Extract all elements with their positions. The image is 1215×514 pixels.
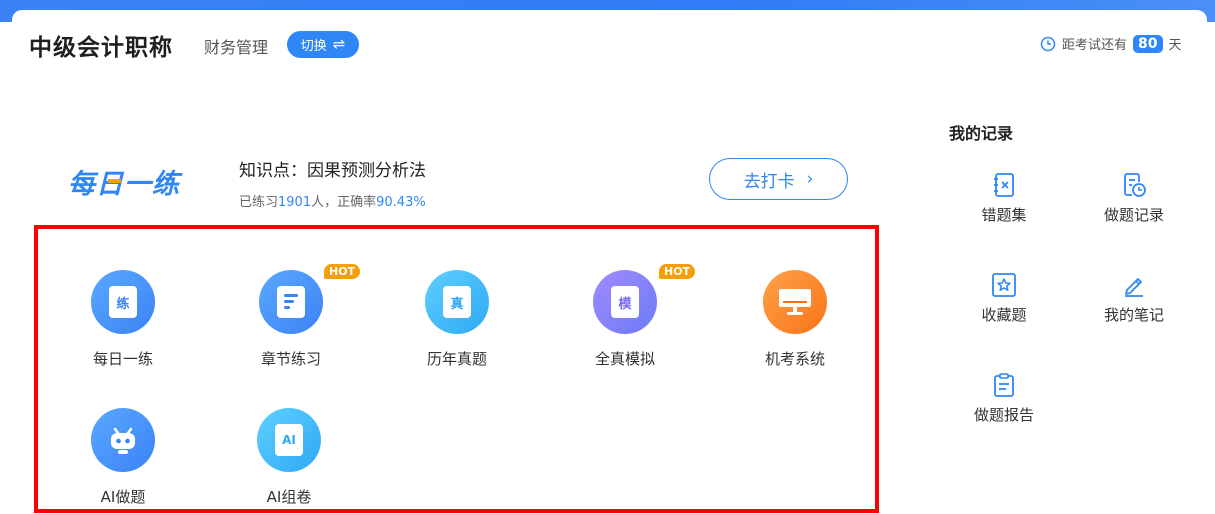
hot-badge: HOT <box>659 264 696 279</box>
feature-past-exams[interactable]: 真 历年真题 <box>397 270 517 369</box>
knowledge-point: 知识点：因果预测分析法 <box>239 161 426 181</box>
accuracy-rate: 90.43% <box>376 195 426 210</box>
switch-label: 切换 <box>300 39 327 54</box>
records-title: 我的记录 <box>949 124 1014 143</box>
record-notes[interactable]: 我的笔记 <box>1084 272 1184 325</box>
daily-practice-logo: 每日一练 <box>68 162 180 201</box>
feature-ai-paper[interactable]: AI AI组卷 <box>229 408 349 507</box>
pen-icon <box>1125 278 1143 297</box>
feature-ai-practice[interactable]: AI做题 <box>63 408 183 507</box>
countdown-suffix: 天 <box>1168 38 1182 53</box>
feature-label: AI组卷 <box>266 488 312 506</box>
feature-label: 每日一练 <box>92 350 153 368</box>
robot-icon <box>91 408 155 472</box>
wrong-book-icon <box>994 173 1014 197</box>
logo-accent-mark <box>108 179 121 183</box>
practice-icon: 练 <box>91 270 155 334</box>
past-exam-icon: 真 <box>425 270 489 334</box>
stats-middle: 人，正确率 <box>311 195 377 210</box>
subject-name: 财务管理 <box>204 38 269 57</box>
swap-arrows-icon: ⇌ <box>332 35 346 53</box>
feature-chapter-practice[interactable]: 章节练习 <box>231 270 351 369</box>
mock-exam-icon: 模 <box>593 270 657 334</box>
record-label: 错题集 <box>981 206 1027 224</box>
practice-stats: 已练习1901人，正确率90.43% <box>239 191 426 210</box>
ai-paper-icon: AI <box>257 408 321 472</box>
record-label: 做题记录 <box>1103 206 1164 224</box>
hot-badge: HOT <box>324 264 361 279</box>
record-label: 收藏题 <box>981 306 1027 324</box>
feature-daily-practice[interactable]: 练 每日一练 <box>63 270 183 369</box>
feature-computer-exam[interactable]: 机考系统 <box>735 270 855 369</box>
history-icon <box>1124 173 1146 197</box>
report-icon <box>994 373 1014 397</box>
chevron-right-icon: › <box>806 169 814 189</box>
star-icon <box>992 273 1016 297</box>
clock-icon <box>1040 36 1056 51</box>
switch-subject-button[interactable]: 切换 ⇌ <box>287 31 359 58</box>
checkin-button[interactable]: 去打卡 › <box>709 158 848 200</box>
record-favorites[interactable]: 收藏题 <box>954 272 1054 325</box>
document-icon <box>259 270 323 334</box>
record-label: 做题报告 <box>973 406 1034 424</box>
record-label: 我的笔记 <box>1103 306 1164 324</box>
practiced-count: 1901 <box>278 195 312 210</box>
countdown-prefix: 距考试还有 <box>1062 38 1128 53</box>
computer-icon <box>763 270 827 334</box>
feature-label: 全真模拟 <box>594 350 655 368</box>
feature-mock-exam[interactable]: 模 全真模拟 <box>565 270 685 369</box>
feature-label: AI做题 <box>100 488 146 506</box>
countdown-days: 80 <box>1133 34 1163 53</box>
checkin-label: 去打卡 <box>743 171 795 192</box>
exam-countdown: 距考试还有 80 天 <box>1040 34 1182 53</box>
feature-label: 章节练习 <box>260 350 321 368</box>
record-history[interactable]: 做题记录 <box>1084 172 1184 225</box>
record-wrong-book[interactable]: 错题集 <box>954 172 1054 225</box>
stats-prefix: 已练习 <box>239 195 279 210</box>
daily-logo-text: 每日一练 <box>68 169 180 200</box>
record-report[interactable]: 做题报告 <box>954 372 1054 425</box>
page-title: 中级会计职称 <box>29 35 173 61</box>
feature-label: 历年真题 <box>426 350 487 368</box>
feature-label: 机考系统 <box>764 350 825 368</box>
